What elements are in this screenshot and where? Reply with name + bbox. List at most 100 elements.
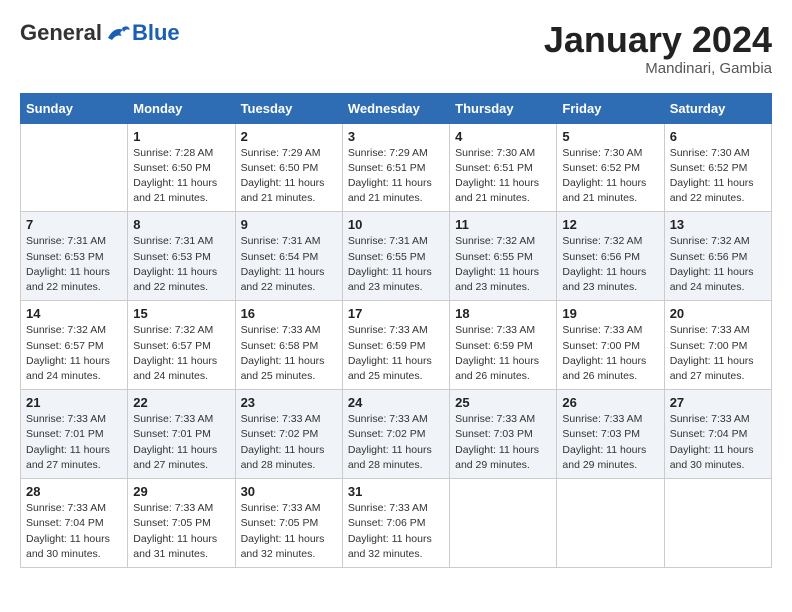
calendar-day-cell: 7 Sunrise: 7:31 AMSunset: 6:53 PMDaylight… xyxy=(21,212,128,301)
calendar-day-cell: 13 Sunrise: 7:32 AMSunset: 6:56 PMDayligh… xyxy=(664,212,771,301)
calendar-week-row: 7 Sunrise: 7:31 AMSunset: 6:53 PMDaylight… xyxy=(21,212,772,301)
day-number: 8 xyxy=(133,217,229,232)
day-number: 14 xyxy=(26,306,122,321)
calendar-day-cell: 25Sunrise: 7:33 AMSunset: 7:03 PMDayligh… xyxy=(450,390,557,479)
day-number: 15 xyxy=(133,306,229,321)
calendar-day-cell: 4 Sunrise: 7:30 AMSunset: 6:51 PMDaylight… xyxy=(450,123,557,212)
day-info: Sunrise: 7:33 AMSunset: 7:01 PMDaylight:… xyxy=(133,412,229,473)
calendar-day-cell: 3Sunrise: 7:29 AMSunset: 6:51 PMDaylight… xyxy=(342,123,449,212)
calendar-day-cell: 12Sunrise: 7:32 AMSunset: 6:56 PMDayligh… xyxy=(557,212,664,301)
calendar-day-cell: 18 Sunrise: 7:33 AMSunset: 6:59 PMDayligh… xyxy=(450,301,557,390)
location-subtitle: Mandinari, Gambia xyxy=(544,60,772,77)
calendar-day-cell: 24Sunrise: 7:33 AMSunset: 7:02 PMDayligh… xyxy=(342,390,449,479)
weekday-header-cell: Saturday xyxy=(664,93,771,123)
calendar-day-cell: 1Sunrise: 7:28 AMSunset: 6:50 PMDaylight… xyxy=(128,123,235,212)
calendar-day-cell: 15 Sunrise: 7:32 AMSunset: 6:57 PMDayligh… xyxy=(128,301,235,390)
day-info: Sunrise: 7:31 AMSunset: 6:55 PMDaylight:… xyxy=(348,234,444,295)
day-info: Sunrise: 7:33 AMSunset: 7:03 PMDaylight:… xyxy=(455,412,551,473)
day-info: Sunrise: 7:33 AMSunset: 7:00 PMDaylight:… xyxy=(670,323,766,384)
day-info: Sunrise: 7:33 AMSunset: 7:04 PMDaylight:… xyxy=(670,412,766,473)
day-number: 27 xyxy=(670,395,766,410)
calendar-day-cell: 23 Sunrise: 7:33 AMSunset: 7:02 PMDayligh… xyxy=(235,390,342,479)
calendar-day-cell: 5Sunrise: 7:30 AMSunset: 6:52 PMDaylight… xyxy=(557,123,664,212)
calendar-week-row: 14 Sunrise: 7:32 AMSunset: 6:57 PMDayligh… xyxy=(21,301,772,390)
day-info: Sunrise: 7:32 AMSunset: 6:56 PMDaylight:… xyxy=(670,234,766,295)
day-number: 13 xyxy=(670,217,766,232)
calendar-day-cell: 26 Sunrise: 7:33 AMSunset: 7:03 PMDayligh… xyxy=(557,390,664,479)
day-info: Sunrise: 7:32 AMSunset: 6:57 PMDaylight:… xyxy=(26,323,122,384)
weekday-header-cell: Monday xyxy=(128,93,235,123)
calendar-day-cell: 31Sunrise: 7:33 AMSunset: 7:06 PMDayligh… xyxy=(342,479,449,568)
day-info: Sunrise: 7:31 AMSunset: 6:54 PMDaylight:… xyxy=(241,234,337,295)
day-info: Sunrise: 7:33 AMSunset: 7:00 PMDaylight:… xyxy=(562,323,658,384)
calendar-day-cell: 30Sunrise: 7:33 AMSunset: 7:05 PMDayligh… xyxy=(235,479,342,568)
day-number: 26 xyxy=(562,395,658,410)
day-number: 20 xyxy=(670,306,766,321)
day-number: 21 xyxy=(26,395,122,410)
calendar-day-cell: 9 Sunrise: 7:31 AMSunset: 6:54 PMDaylight… xyxy=(235,212,342,301)
calendar-day-cell: 17Sunrise: 7:33 AMSunset: 6:59 PMDayligh… xyxy=(342,301,449,390)
weekday-header-cell: Wednesday xyxy=(342,93,449,123)
weekday-header-row: SundayMondayTuesdayWednesdayThursdayFrid… xyxy=(21,93,772,123)
day-number: 22 xyxy=(133,395,229,410)
day-info: Sunrise: 7:32 AMSunset: 6:56 PMDaylight:… xyxy=(562,234,658,295)
calendar-day-cell: 10 Sunrise: 7:31 AMSunset: 6:55 PMDayligh… xyxy=(342,212,449,301)
day-info: Sunrise: 7:30 AMSunset: 6:52 PMDaylight:… xyxy=(562,146,658,207)
day-info: Sunrise: 7:31 AMSunset: 6:53 PMDaylight:… xyxy=(133,234,229,295)
calendar-day-cell: 8 Sunrise: 7:31 AMSunset: 6:53 PMDaylight… xyxy=(128,212,235,301)
day-number: 28 xyxy=(26,484,122,499)
calendar-day-cell: 28 Sunrise: 7:33 AMSunset: 7:04 PMDayligh… xyxy=(21,479,128,568)
day-number: 31 xyxy=(348,484,444,499)
page-header: General Blue January 2024 Mandinari, Gam… xyxy=(20,20,772,77)
day-number: 23 xyxy=(241,395,337,410)
calendar-day-cell: 6Sunrise: 7:30 AMSunset: 6:52 PMDaylight… xyxy=(664,123,771,212)
calendar-week-row: 1Sunrise: 7:28 AMSunset: 6:50 PMDaylight… xyxy=(21,123,772,212)
calendar-day-cell xyxy=(557,479,664,568)
logo-general-text: General xyxy=(20,20,102,46)
day-info: Sunrise: 7:33 AMSunset: 7:03 PMDaylight:… xyxy=(562,412,658,473)
calendar-day-cell: 14 Sunrise: 7:32 AMSunset: 6:57 PMDayligh… xyxy=(21,301,128,390)
day-number: 29 xyxy=(133,484,229,499)
day-info: Sunrise: 7:33 AMSunset: 6:59 PMDaylight:… xyxy=(455,323,551,384)
day-info: Sunrise: 7:33 AMSunset: 6:59 PMDaylight:… xyxy=(348,323,444,384)
month-title: January 2024 xyxy=(544,20,772,60)
calendar-day-cell: 20 Sunrise: 7:33 AMSunset: 7:00 PMDayligh… xyxy=(664,301,771,390)
day-info: Sunrise: 7:28 AMSunset: 6:50 PMDaylight:… xyxy=(133,146,229,207)
calendar-day-cell: 21 Sunrise: 7:33 AMSunset: 7:01 PMDayligh… xyxy=(21,390,128,479)
calendar-body: 1Sunrise: 7:28 AMSunset: 6:50 PMDaylight… xyxy=(21,123,772,567)
day-info: Sunrise: 7:32 AMSunset: 6:57 PMDaylight:… xyxy=(133,323,229,384)
day-number: 19 xyxy=(562,306,658,321)
day-number: 2 xyxy=(241,129,337,144)
day-info: Sunrise: 7:30 AMSunset: 6:51 PMDaylight:… xyxy=(455,146,551,207)
day-info: Sunrise: 7:31 AMSunset: 6:53 PMDaylight:… xyxy=(26,234,122,295)
calendar-week-row: 21 Sunrise: 7:33 AMSunset: 7:01 PMDayligh… xyxy=(21,390,772,479)
day-number: 7 xyxy=(26,217,122,232)
day-info: Sunrise: 7:33 AMSunset: 7:04 PMDaylight:… xyxy=(26,501,122,562)
day-number: 16 xyxy=(241,306,337,321)
day-number: 9 xyxy=(241,217,337,232)
calendar-day-cell xyxy=(664,479,771,568)
day-number: 11 xyxy=(455,217,551,232)
day-number: 18 xyxy=(455,306,551,321)
day-info: Sunrise: 7:33 AMSunset: 7:05 PMDaylight:… xyxy=(133,501,229,562)
weekday-header-cell: Tuesday xyxy=(235,93,342,123)
calendar-table: SundayMondayTuesdayWednesdayThursdayFrid… xyxy=(20,93,772,568)
day-number: 4 xyxy=(455,129,551,144)
day-info: Sunrise: 7:33 AMSunset: 6:58 PMDaylight:… xyxy=(241,323,337,384)
calendar-day-cell: 16 Sunrise: 7:33 AMSunset: 6:58 PMDayligh… xyxy=(235,301,342,390)
calendar-day-cell: 29 Sunrise: 7:33 AMSunset: 7:05 PMDayligh… xyxy=(128,479,235,568)
weekday-header-cell: Sunday xyxy=(21,93,128,123)
logo-blue-text: Blue xyxy=(132,20,180,46)
day-info: Sunrise: 7:33 AMSunset: 7:01 PMDaylight:… xyxy=(26,412,122,473)
logo: General Blue xyxy=(20,20,180,46)
day-info: Sunrise: 7:33 AMSunset: 7:02 PMDaylight:… xyxy=(241,412,337,473)
day-number: 10 xyxy=(348,217,444,232)
calendar-day-cell: 22 Sunrise: 7:33 AMSunset: 7:01 PMDayligh… xyxy=(128,390,235,479)
calendar-week-row: 28 Sunrise: 7:33 AMSunset: 7:04 PMDayligh… xyxy=(21,479,772,568)
day-number: 6 xyxy=(670,129,766,144)
day-number: 3 xyxy=(348,129,444,144)
title-section: January 2024 Mandinari, Gambia xyxy=(544,20,772,77)
weekday-header-cell: Thursday xyxy=(450,93,557,123)
day-info: Sunrise: 7:29 AMSunset: 6:50 PMDaylight:… xyxy=(241,146,337,207)
calendar-day-cell: 27 Sunrise: 7:33 AMSunset: 7:04 PMDayligh… xyxy=(664,390,771,479)
